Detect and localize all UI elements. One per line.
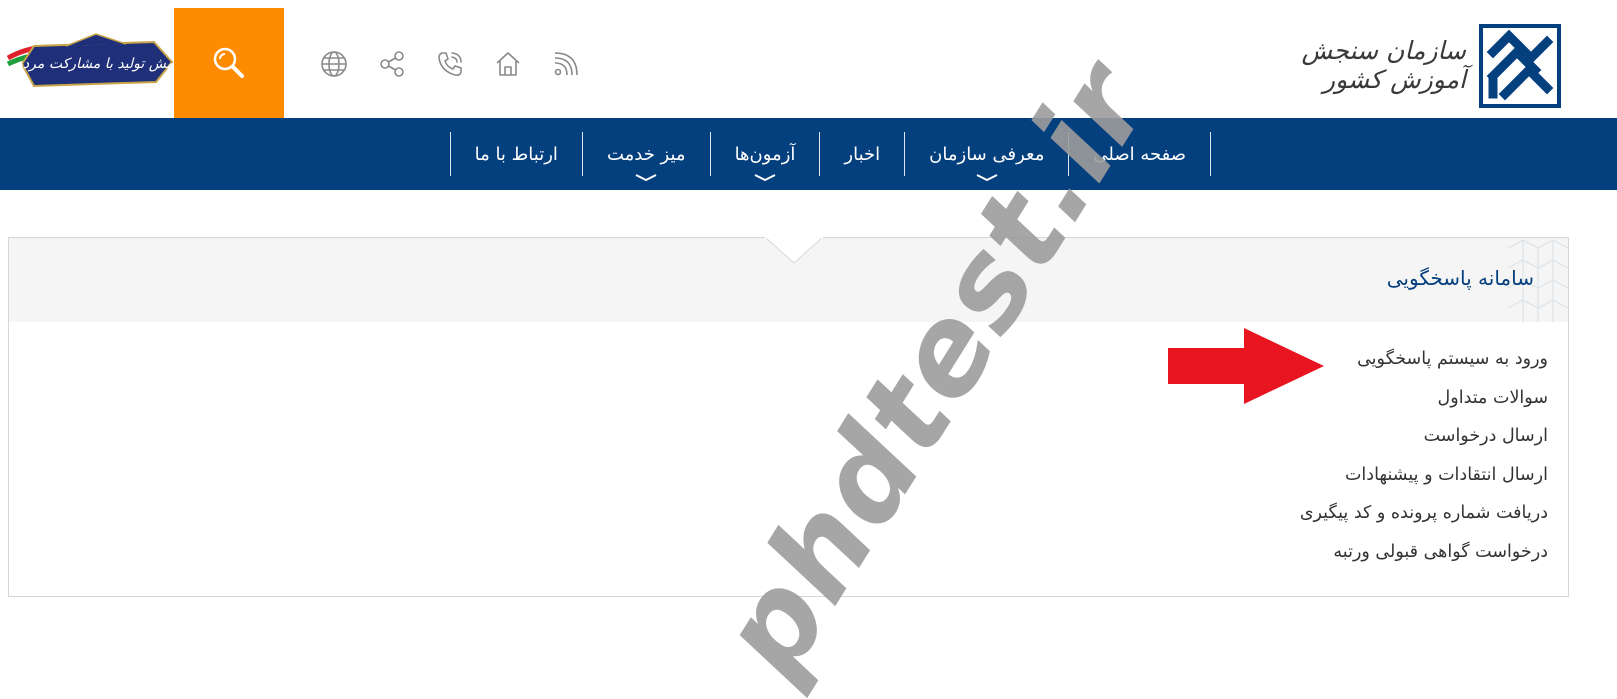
- site-logo[interactable]: سازمان سنجش آموزش کشور: [1286, 14, 1562, 110]
- slogan-badge: جهش تولید با مشارکت مردم: [6, 33, 174, 88]
- nav-item-label: آزمون‌ها: [734, 143, 796, 165]
- nav-item-news[interactable]: اخبار: [820, 132, 906, 176]
- chevron-down-icon: [635, 174, 657, 182]
- link-rank-certificate[interactable]: درخواست گواهی قبولی ورتبه: [1300, 533, 1548, 572]
- main-navbar: صفحه اصلی معرفی سازمان اخبار آزمون‌ها می…: [0, 118, 1617, 190]
- slogan-text: جهش تولید با مشارکت مردم: [14, 56, 174, 72]
- link-send-feedback[interactable]: ارسال انتقادات و پیشنهادات: [1300, 456, 1548, 495]
- nav-item-label: میز خدمت: [606, 143, 686, 165]
- search-icon: [213, 47, 244, 78]
- logo-text: سازمان سنجش آموزش کشور: [1301, 36, 1466, 94]
- logo-mark-icon: [1479, 24, 1561, 108]
- link-send-request[interactable]: ارسال درخواست: [1300, 417, 1548, 456]
- link-tracking-code[interactable]: دریافت شماره پرونده و کد پیگیری: [1300, 494, 1548, 533]
- search-button[interactable]: [174, 8, 284, 118]
- nav-item-exams[interactable]: آزمون‌ها: [711, 132, 821, 182]
- nav-item-service-desk[interactable]: میز خدمت: [583, 132, 711, 182]
- red-arrow-icon: [1168, 328, 1324, 404]
- language-button[interactable]: [316, 46, 352, 82]
- nav-item-contact[interactable]: ارتباط با ما: [449, 132, 583, 176]
- link-faq[interactable]: سوالات متداول: [1300, 379, 1548, 418]
- share-button[interactable]: [374, 46, 410, 82]
- header-tools: [316, 46, 584, 82]
- contact-phone-button[interactable]: [432, 46, 468, 82]
- nav-item-label: ارتباط با ما: [474, 143, 558, 165]
- chevron-down-icon: [754, 174, 776, 182]
- phone-icon: [438, 52, 462, 76]
- link-login-response-system[interactable]: ورود به سیستم پاسخگویی: [1300, 340, 1548, 379]
- globe-icon: [321, 51, 347, 77]
- share-icon: [380, 51, 404, 77]
- rss-button[interactable]: [548, 46, 584, 82]
- panel-title: سامانه پاسخگویی: [1386, 266, 1534, 290]
- panel-notch: [765, 237, 823, 264]
- home-button[interactable]: [490, 46, 526, 82]
- nav-item-label: اخبار: [844, 143, 881, 165]
- site-header: جهش تولید با مشارکت مردم سازمان سنجش آمو…: [0, 0, 1617, 118]
- rss-icon: [554, 52, 578, 76]
- response-links-list: ورود به سیستم پاسخگویی سوالات متداول ارس…: [1300, 340, 1548, 571]
- home-icon: [496, 52, 520, 76]
